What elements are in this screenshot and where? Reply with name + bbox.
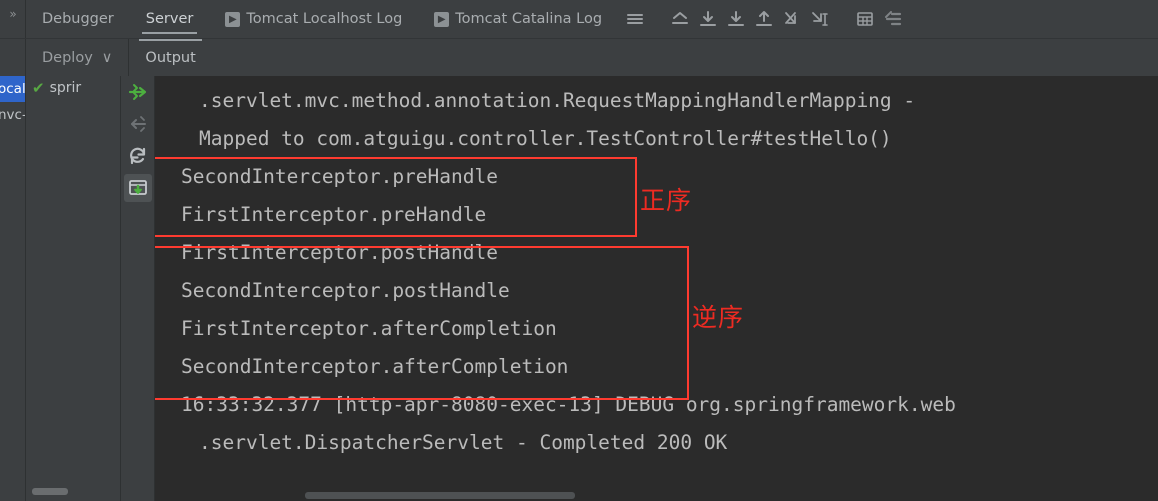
- grid-icon[interactable]: [852, 6, 878, 32]
- menu-icon[interactable]: [622, 6, 648, 32]
- sub-tab-output[interactable]: Output: [129, 39, 211, 76]
- sub-tab-output-label: Output: [145, 49, 196, 66]
- jump-to-start-icon[interactable]: [779, 6, 805, 32]
- log-line: .servlet.mvc.method.annotation.RequestMa…: [199, 89, 916, 112]
- run-arrow-icon: ▶: [225, 11, 241, 27]
- sub-tab-bar: Deploy ∨ Output: [0, 38, 1158, 76]
- ide-run-tool-window: » Debugger Server ▶ Tomcat Localhost Log…: [0, 0, 1158, 501]
- log-line: SecondInterceptor.afterCompletion: [181, 355, 569, 378]
- log-line: SecondInterceptor.postHandle: [181, 279, 510, 302]
- console-toolbar: [618, 0, 906, 38]
- collapse-panel-button[interactable]: »: [0, 0, 26, 38]
- tab-debugger[interactable]: Debugger: [26, 0, 130, 38]
- annotation-label-forward-order: 正序: [640, 186, 693, 215]
- run-arrow-icon: ▶: [434, 11, 450, 27]
- tab-tomcat-catalina-log[interactable]: ▶ Tomcat Catalina Log: [418, 0, 618, 38]
- deploy-panel-hscrollbar[interactable]: [32, 488, 68, 495]
- settings-lines-icon[interactable]: [880, 6, 906, 32]
- sub-tab-deploy[interactable]: Deploy ∨: [26, 39, 130, 76]
- soft-restart-icon[interactable]: [667, 6, 693, 32]
- download-icon[interactable]: [723, 6, 749, 32]
- tool-window-body: ocal nvc- ✔ sprir .servlet.mvc.method.an…: [0, 76, 1158, 501]
- log-line-list: .servlet.mvc.method.annotation.RequestMa…: [155, 76, 956, 462]
- redeploy-icon[interactable]: [124, 142, 152, 170]
- tab-tomcat-localhost-log-label: Tomcat Localhost Log: [246, 11, 403, 27]
- update-application-icon[interactable]: [123, 174, 152, 202]
- console-hscrollbar[interactable]: [155, 491, 1158, 501]
- clipped-project-panel: ocal nvc-: [0, 76, 26, 501]
- tab-debugger-label: Debugger: [42, 11, 114, 27]
- tab-server[interactable]: Server: [130, 0, 210, 38]
- toolwindow-tab-bar: » Debugger Server ▶ Tomcat Localhost Log…: [0, 0, 1158, 38]
- chevron-down-icon: ∨: [101, 49, 113, 66]
- scroll-down-icon[interactable]: [695, 6, 721, 32]
- deploy-tree-panel[interactable]: ✔ sprir: [26, 76, 121, 501]
- check-icon: ✔: [32, 78, 45, 97]
- log-line: FirstInterceptor.afterCompletion: [181, 317, 557, 340]
- deploy-icon[interactable]: [124, 78, 152, 106]
- log-line: Mapped to com.atguigu.controller.TestCon…: [199, 127, 892, 150]
- annotation-label-reverse-order: 逆序: [692, 303, 745, 332]
- toolwindow-tabs: Debugger Server ▶ Tomcat Localhost Log ▶…: [26, 0, 618, 38]
- upload-icon[interactable]: [751, 6, 777, 32]
- deploy-tree-node[interactable]: ✔ sprir: [26, 76, 120, 100]
- console-hscrollbar-thumb[interactable]: [305, 492, 575, 499]
- clipped-item-label: nvc-: [0, 107, 26, 123]
- console-output[interactable]: .servlet.mvc.method.annotation.RequestMa…: [155, 76, 1158, 501]
- log-line: FirstInterceptor.preHandle: [181, 203, 487, 226]
- clipped-item-label: ocal: [0, 81, 26, 97]
- undeploy-icon[interactable]: [124, 110, 152, 138]
- tab-tomcat-localhost-log[interactable]: ▶ Tomcat Localhost Log: [209, 0, 418, 38]
- log-line: .servlet.DispatcherServlet - Completed 2…: [199, 431, 728, 454]
- list-item[interactable]: nvc-: [0, 102, 25, 128]
- deploy-node-label: sprir: [49, 80, 82, 96]
- log-line: FirstInterceptor.postHandle: [181, 241, 498, 264]
- list-item[interactable]: ocal: [0, 76, 25, 102]
- deploy-action-strip: [121, 76, 155, 501]
- chevron-double-right-icon: »: [9, 7, 16, 21]
- tab-tomcat-catalina-log-label: Tomcat Catalina Log: [455, 11, 603, 27]
- sub-tab-deploy-label: Deploy: [42, 49, 93, 66]
- tab-server-label: Server: [145, 11, 194, 27]
- jump-to-end-icon[interactable]: [807, 6, 833, 32]
- sub-tab-gutter: [0, 39, 26, 76]
- log-line: SecondInterceptor.preHandle: [181, 165, 498, 188]
- log-line: 16:33:32.377 [http-apr-8080-exec-13] DEB…: [181, 393, 956, 416]
